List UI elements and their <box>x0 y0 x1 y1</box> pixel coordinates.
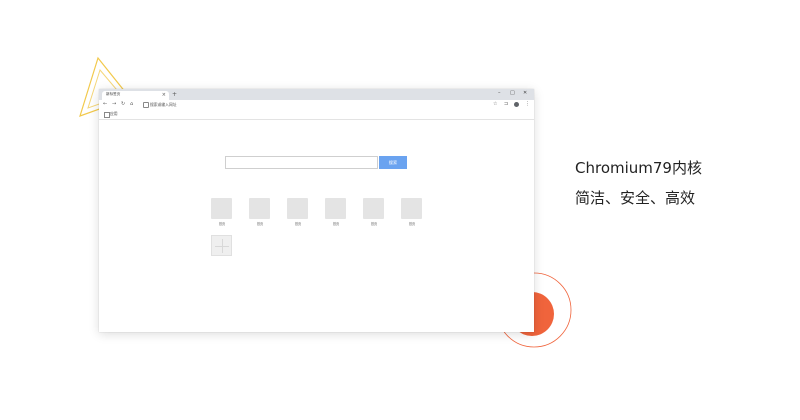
apps-icon <box>104 112 110 118</box>
reload-icon[interactable]: ↻ <box>121 101 125 108</box>
search-input[interactable] <box>225 156 378 169</box>
profile-avatar-icon[interactable] <box>514 102 519 107</box>
shortcut-tile[interactable]: 首页 <box>363 198 385 226</box>
shortcut-tile[interactable]: 首页 <box>401 198 423 226</box>
maximize-button[interactable]: □ <box>510 89 515 98</box>
shortcut-tile[interactable]: 首页 <box>249 198 271 226</box>
add-shortcut-button[interactable] <box>211 235 232 256</box>
forward-arrow-icon[interactable]: → <box>112 101 116 108</box>
home-icon[interactable]: ⌂ <box>130 101 133 108</box>
shortcut-tile[interactable]: 首页 <box>325 198 347 226</box>
extension-icon[interactable]: ⊐ <box>504 101 508 108</box>
toolbar: ← → ↻ ⌂ 搜索或输入网址 ☆ ⊐ ⋮ <box>99 100 534 109</box>
shortcut-thumbnail <box>363 198 384 219</box>
shortcut-label: 首页 <box>294 222 302 226</box>
shortcut-thumbnail <box>287 198 308 219</box>
new-tab-button[interactable]: + <box>172 90 177 99</box>
browser-window-mockup: 新标签页 × + – □ ✕ ← → ↻ ⌂ 搜索或输入网址 ☆ ⊐ ⋮ 应用 … <box>99 89 534 332</box>
page-icon <box>143 102 149 108</box>
bookmark-apps[interactable]: 应用 <box>110 111 118 117</box>
menu-dots-icon[interactable]: ⋮ <box>525 101 530 108</box>
shortcut-thumbnail <box>401 198 422 219</box>
shortcut-tile[interactable]: 首页 <box>287 198 309 226</box>
shortcut-label: 首页 <box>370 222 378 226</box>
shortcut-label: 首页 <box>332 222 340 226</box>
shortcut-thumbnail <box>249 198 270 219</box>
shortcut-label: 首页 <box>218 222 226 226</box>
shortcut-label: 首页 <box>408 222 416 226</box>
feature-line-qualities: 简洁、安全、高效 <box>575 189 696 207</box>
minimize-button[interactable]: – <box>498 89 501 98</box>
back-arrow-icon[interactable]: ← <box>103 101 107 108</box>
address-bar[interactable]: 搜索或输入网址 <box>150 101 177 108</box>
bookmarks-bar: 应用 <box>99 109 534 120</box>
tab-title: 新标签页 <box>106 92 121 96</box>
shortcut-thumbnail <box>325 198 346 219</box>
star-icon[interactable]: ☆ <box>493 101 497 108</box>
shortcut-label: 首页 <box>256 222 264 226</box>
shortcut-tile[interactable]: 首页 <box>211 198 233 226</box>
search-button[interactable]: 搜索 <box>379 156 407 169</box>
shortcut-thumbnail <box>211 198 232 219</box>
close-window-button[interactable]: ✕ <box>523 89 527 98</box>
feature-line-kernel: Chromium79内核 <box>575 159 702 177</box>
title-bar: 新标签页 × + – □ ✕ <box>99 89 534 100</box>
tab-close-icon[interactable]: × <box>162 91 166 99</box>
tab-new-tab[interactable]: 新标签页 × <box>102 91 169 100</box>
